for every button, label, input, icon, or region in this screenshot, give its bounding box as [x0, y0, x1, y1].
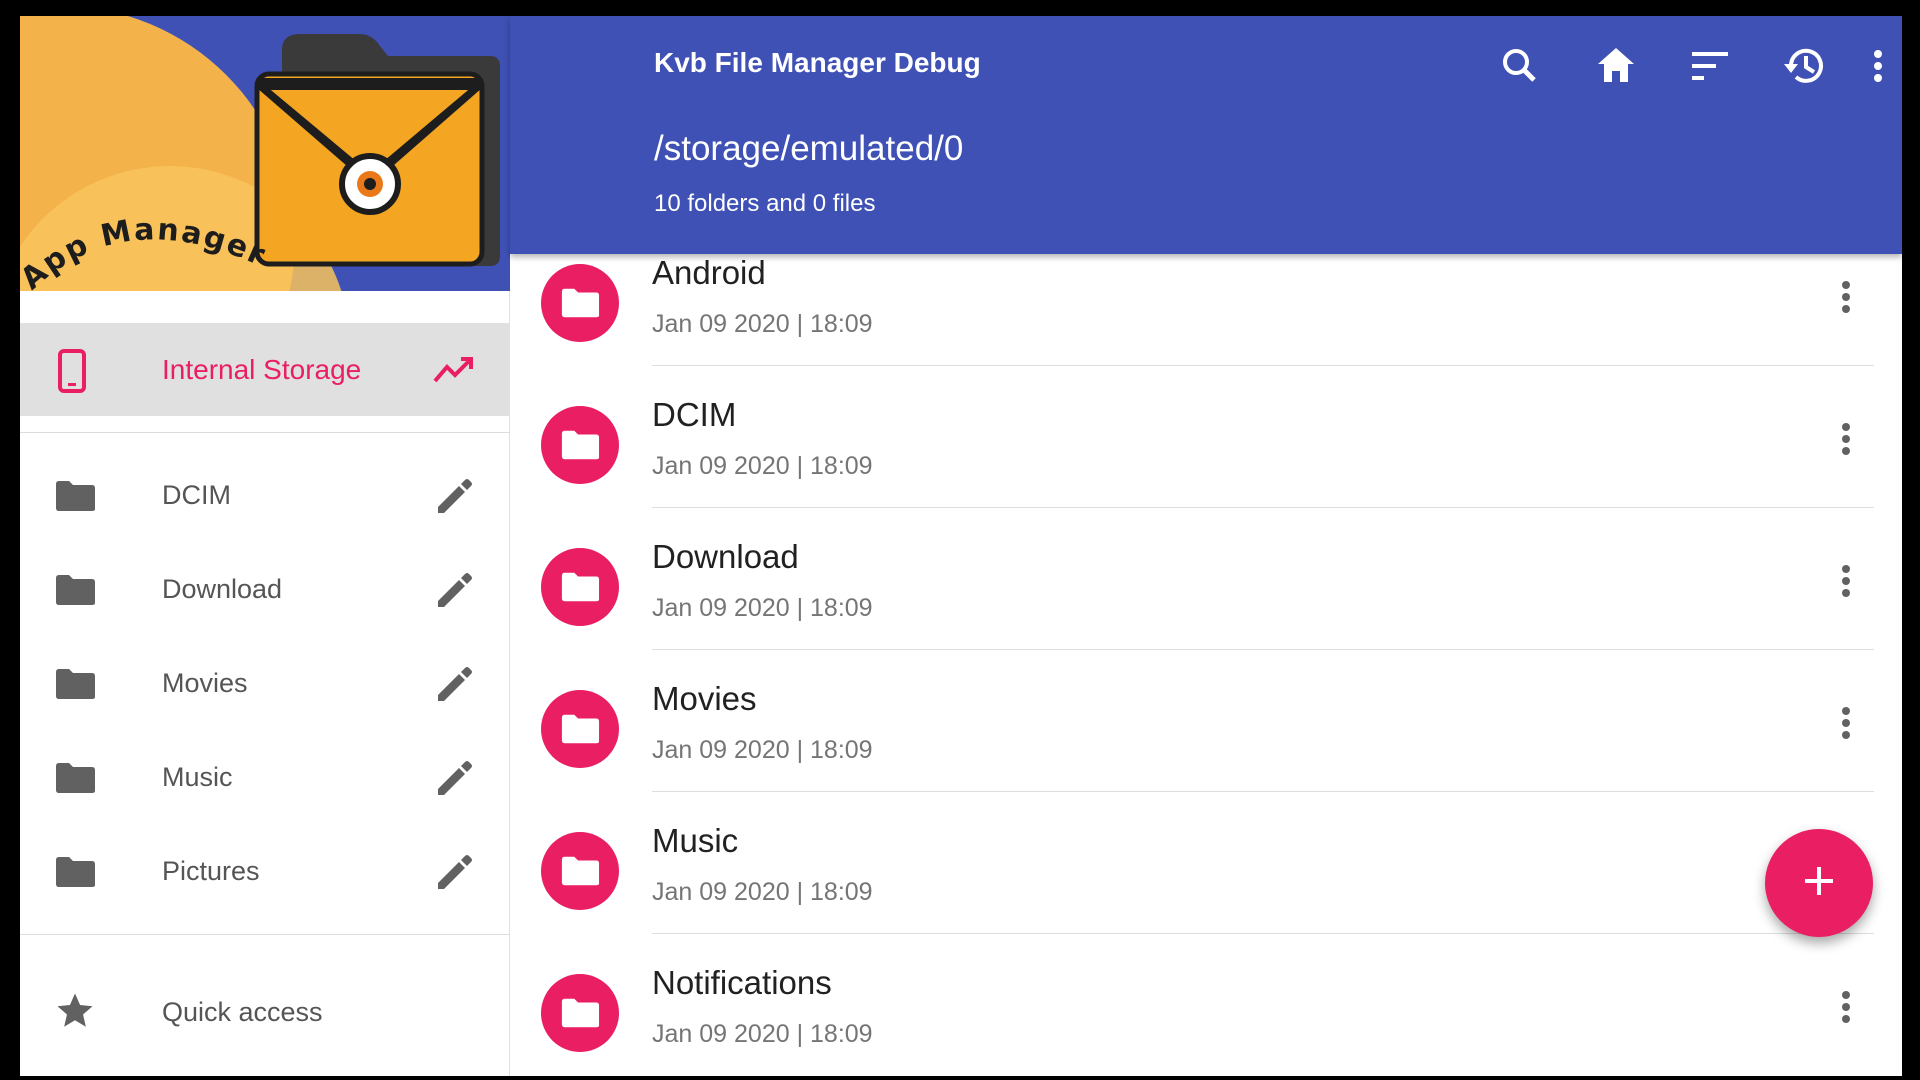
drawer-header: App Manager: [20, 16, 510, 291]
app-manager-logo: App Manager: [20, 16, 510, 291]
folder-avatar-icon: [541, 548, 619, 626]
trending-up-icon[interactable]: [433, 353, 475, 390]
row-divider: [652, 791, 1874, 792]
folder-avatar-icon: [541, 832, 619, 910]
file-name: Notifications: [652, 964, 832, 1001]
folder-avatar-icon: [541, 264, 619, 342]
phone-icon: [54, 349, 90, 398]
internal-storage-label: Internal Storage: [162, 353, 362, 385]
plus-icon: [1802, 864, 1836, 903]
pencil-icon[interactable]: [434, 477, 472, 520]
file-row-movies[interactable]: Movies Jan 09 2020 | 18:09: [510, 678, 1902, 820]
search-icon[interactable]: [1496, 42, 1544, 90]
file-meta: Jan 09 2020 | 18:09: [652, 452, 873, 480]
folder-icon: [54, 480, 96, 517]
pencil-icon[interactable]: [434, 759, 472, 802]
row-divider: [652, 365, 1874, 366]
more-vert-icon[interactable]: [1866, 42, 1902, 90]
bookmark-item-download[interactable]: Download: [20, 543, 510, 637]
file-row-notifications[interactable]: Notifications Jan 09 2020 | 18:09: [510, 962, 1902, 1076]
current-path: /storage/emulated/0: [654, 129, 964, 168]
file-name: Android: [652, 254, 766, 291]
file-name: Music: [652, 822, 739, 859]
file-meta: Jan 09 2020 | 18:09: [652, 594, 873, 622]
bookmark-item-dcim[interactable]: DCIM: [20, 449, 510, 543]
more-vert-icon[interactable]: [1838, 703, 1854, 748]
more-vert-icon[interactable]: [1838, 419, 1854, 464]
bookmark-item-movies[interactable]: Movies: [20, 637, 510, 731]
bookmark-label: Music: [162, 762, 233, 792]
file-meta: Jan 09 2020 | 18:09: [652, 878, 873, 906]
more-vert-icon[interactable]: [1838, 561, 1854, 606]
file-row-dcim[interactable]: DCIM Jan 09 2020 | 18:09: [510, 394, 1902, 536]
folder-icon: [54, 574, 96, 611]
drawer-divider: [20, 934, 510, 935]
file-list: Android Jan 09 2020 | 18:09 DCIM Jan 09 …: [510, 254, 1902, 1076]
sort-icon[interactable]: [1686, 42, 1734, 90]
bookmark-label: DCIM: [162, 480, 231, 510]
folder-icon: [54, 762, 96, 799]
file-meta: Jan 09 2020 | 18:09: [652, 1020, 873, 1048]
pencil-icon[interactable]: [434, 665, 472, 708]
row-divider: [652, 649, 1874, 650]
bookmark-label: Pictures: [162, 856, 260, 886]
add-fab-button[interactable]: [1765, 829, 1873, 937]
quick-access-label: Quick access: [162, 997, 323, 1027]
home-icon[interactable]: [1592, 42, 1640, 90]
drawer-divider: [20, 432, 510, 433]
folder-avatar-icon: [541, 406, 619, 484]
file-row-music[interactable]: Music Jan 09 2020 | 18:09: [510, 820, 1902, 962]
file-meta: Jan 09 2020 | 18:09: [652, 736, 873, 764]
internal-storage-item[interactable]: Internal Storage: [20, 323, 510, 416]
navigation-drawer: App Manager Internal Storage: [20, 16, 510, 1076]
device-screen: App Manager Internal Storage: [20, 16, 1902, 1076]
quick-access-item[interactable]: Quick access: [20, 964, 510, 1058]
folder-summary: 10 folders and 0 files: [654, 190, 876, 217]
star-icon: [54, 990, 96, 1037]
history-icon[interactable]: [1781, 42, 1829, 90]
file-name: Movies: [652, 680, 757, 717]
app-title: Kvb File Manager Debug: [654, 47, 981, 78]
file-row-download[interactable]: Download Jan 09 2020 | 18:09: [510, 536, 1902, 678]
bookmark-label: Movies: [162, 668, 248, 698]
pencil-icon[interactable]: [434, 853, 472, 896]
file-name: DCIM: [652, 396, 737, 433]
bookmark-item-pictures[interactable]: Pictures: [20, 825, 510, 919]
file-meta: Jan 09 2020 | 18:09: [652, 310, 873, 338]
file-name: Download: [652, 538, 799, 575]
folder-avatar-icon: [541, 690, 619, 768]
bookmark-label: Download: [162, 574, 283, 604]
folder-icon: [54, 668, 96, 705]
row-divider: [652, 507, 1874, 508]
row-divider: [652, 933, 1874, 934]
folder-icon: [54, 856, 96, 893]
more-vert-icon[interactable]: [1838, 277, 1854, 322]
file-row-android[interactable]: Android Jan 09 2020 | 18:09: [510, 252, 1902, 394]
bookmark-item-music[interactable]: Music: [20, 731, 510, 825]
folder-avatar-icon: [541, 974, 619, 1052]
more-vert-icon[interactable]: [1838, 987, 1854, 1032]
app-bar: Kvb File Manager Debug /storage/emulated…: [510, 16, 1902, 254]
pencil-icon[interactable]: [434, 571, 472, 614]
